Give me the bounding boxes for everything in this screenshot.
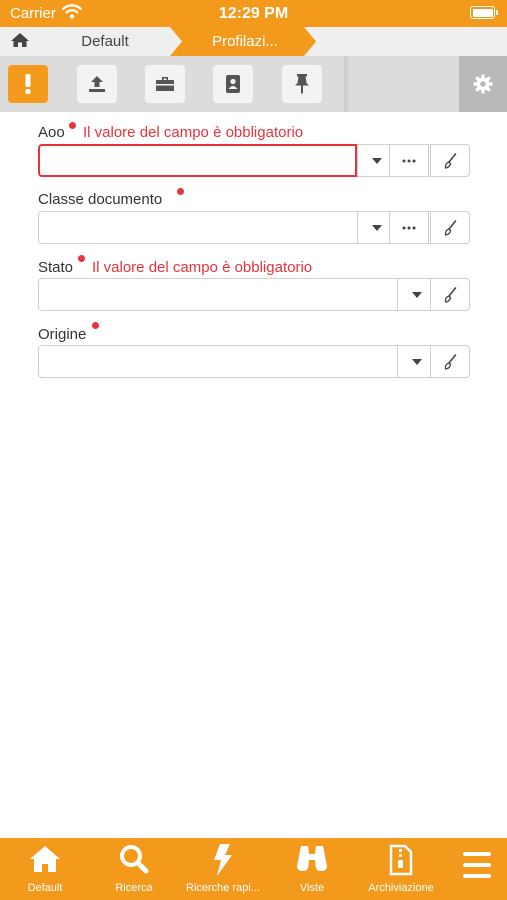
menu-icon <box>462 852 491 878</box>
tab-ricerche-rapide[interactable]: Ricerche rapi... <box>178 838 268 900</box>
battery-tip <box>496 10 498 15</box>
origine-input[interactable] <box>38 345 398 378</box>
tab-ricerca[interactable]: Ricerca <box>90 838 178 900</box>
briefcase-button[interactable] <box>145 65 185 103</box>
field-error-stato: Il valore del campo è obbligatorio <box>92 259 313 276</box>
address-book-button[interactable] <box>213 65 253 103</box>
tab-viste[interactable]: Viste <box>268 838 356 900</box>
pin-button[interactable] <box>282 65 322 103</box>
tab-label: Default <box>27 882 63 894</box>
classe-documento-input[interactable] <box>38 211 358 244</box>
caret-down-icon <box>372 224 382 231</box>
more-dots-icon <box>402 159 416 162</box>
classe-documento-clear-button[interactable] <box>430 211 470 244</box>
lightning-icon <box>214 844 232 876</box>
search-icon <box>120 845 149 874</box>
required-dot <box>92 322 99 329</box>
archive-icon <box>389 844 413 876</box>
exclamation-icon <box>25 74 31 94</box>
settings-button[interactable] <box>459 56 507 112</box>
field-label-aoo: Aoo <box>38 124 65 141</box>
pin-icon <box>295 74 309 94</box>
aoo-more-button[interactable] <box>389 144 429 177</box>
upload-icon <box>89 76 105 92</box>
breadcrumb-item-profilazione[interactable]: Profilazi... <box>170 27 316 56</box>
origine-clear-button[interactable] <box>430 345 470 378</box>
bottom-tab-bar: Default Ricerca Ricerche rapi... Viste A… <box>0 838 507 900</box>
required-fields-button[interactable] <box>8 65 48 103</box>
home-icon <box>30 846 60 872</box>
breadcrumb: Default Profilazi... <box>0 27 507 56</box>
tab-label: Ricerca <box>115 882 153 894</box>
tab-menu[interactable] <box>446 838 507 900</box>
brush-icon <box>444 286 457 303</box>
breadcrumb-item-default[interactable]: Default <box>30 27 180 56</box>
briefcase-icon <box>156 77 174 91</box>
stato-clear-button[interactable] <box>430 278 470 311</box>
tab-label: Archiviazione <box>368 882 434 894</box>
tab-label: Ricerche rapi... <box>186 882 260 894</box>
battery-icon <box>470 6 495 19</box>
status-time: 12:29 PM <box>218 5 289 22</box>
caret-down-icon <box>412 291 422 298</box>
brush-icon <box>444 152 457 169</box>
toolbar-separator <box>344 56 350 112</box>
classe-documento-more-button[interactable] <box>389 211 429 244</box>
field-label-classe-documento: Classe documento <box>38 191 163 208</box>
aoo-clear-button[interactable] <box>430 144 470 177</box>
upload-button[interactable] <box>77 65 117 103</box>
caret-down-icon <box>412 358 422 365</box>
field-error-aoo: Il valore del campo è obbligatorio <box>83 124 304 141</box>
required-dot <box>69 122 76 129</box>
brush-icon <box>444 219 457 236</box>
field-label-origine: Origine <box>38 326 87 343</box>
binoculars-icon <box>297 846 327 871</box>
tab-default[interactable]: Default <box>0 838 90 900</box>
field-label-stato: Stato <box>38 259 74 276</box>
address-book-icon <box>226 75 240 93</box>
tab-label: Viste <box>299 882 325 894</box>
tab-archiviazione[interactable]: Archiviazione <box>356 838 446 900</box>
gear-icon <box>473 74 493 94</box>
breadcrumb-item-label: Profilazi... <box>212 33 278 50</box>
aoo-input[interactable] <box>38 144 357 177</box>
required-dot <box>78 255 85 262</box>
caret-down-icon <box>372 157 382 164</box>
home-icon[interactable] <box>10 31 30 49</box>
more-dots-icon <box>402 226 416 229</box>
status-bar: Carrier 12:29 PM <box>0 0 507 27</box>
required-dot <box>177 188 184 195</box>
brush-icon <box>444 353 457 370</box>
stato-input[interactable] <box>38 278 398 311</box>
toolbar <box>0 56 507 112</box>
